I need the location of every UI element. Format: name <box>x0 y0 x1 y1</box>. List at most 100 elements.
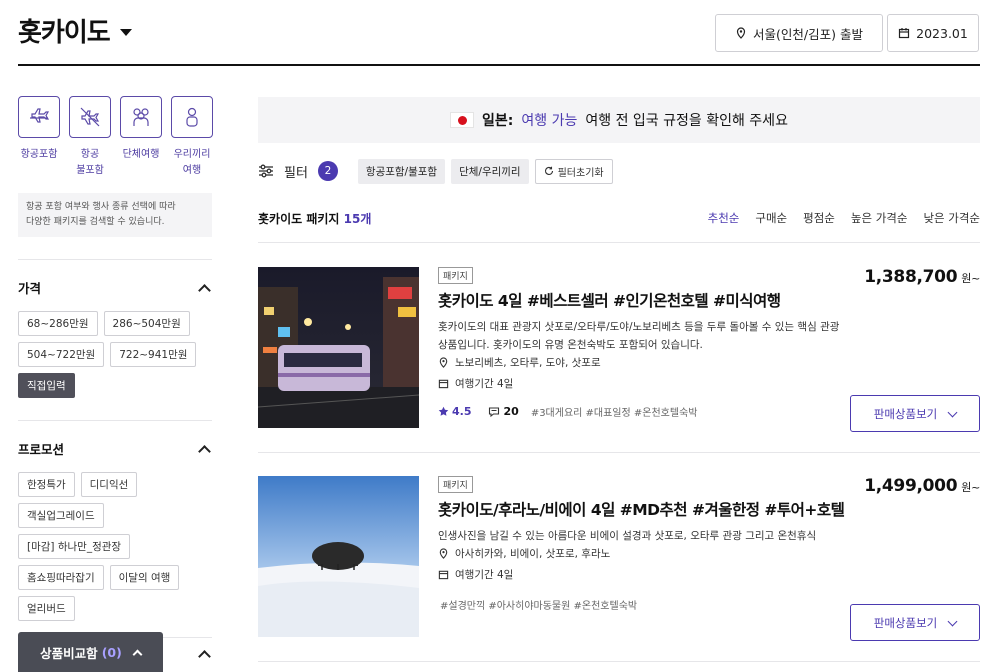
caret-down-icon <box>119 29 132 36</box>
category-label: 항공 불포함 <box>76 149 104 176</box>
category-label: 단체여행 <box>122 149 160 160</box>
filter-reset-button[interactable]: 필터초기화 <box>534 158 613 184</box>
sort-price-low[interactable]: 낮은 가격순 <box>923 210 980 227</box>
view-products-button[interactable]: 판매상품보기 <box>850 395 980 432</box>
product-thumbnail[interactable] <box>258 476 419 637</box>
price-section: 가격 68~286만원 286~504만원 504~722만원 722~941만… <box>18 259 212 398</box>
active-filter-tag[interactable]: 단체/우리끼리 <box>451 158 529 184</box>
header-divider <box>18 64 980 66</box>
star-icon <box>438 406 449 416</box>
review-count[interactable]: 20 <box>488 405 519 418</box>
calendar-icon <box>899 28 910 39</box>
promotion-option[interactable]: [마감] 하나만_정관장 <box>18 534 131 559</box>
price-option[interactable]: 722~941만원 <box>110 342 197 367</box>
date-button[interactable]: 2023.01 <box>887 14 979 52</box>
price-option[interactable]: 286~504만원 <box>103 311 190 336</box>
filter-reset-label: 필터초기화 <box>557 167 604 179</box>
duration-text: 여행기간 4일 <box>455 378 514 390</box>
promotion-section-header[interactable]: 프로모션 <box>18 439 212 458</box>
price-option[interactable]: 504~722만원 <box>18 342 105 367</box>
product-duration: 여행기간 4일 <box>438 376 513 391</box>
product-description: 홋카이도의 대표 관광지 삿포로/오타루/도야/노보리베츠 등을 두루 돌아볼 … <box>438 321 840 351</box>
sort-price-high[interactable]: 높은 가격순 <box>851 210 908 227</box>
product-duration: 여행기간 4일 <box>438 567 513 582</box>
location-pin-icon <box>439 357 448 368</box>
price-custom-input-button[interactable]: 직접입력 <box>18 373 75 398</box>
filter-sliders-icon <box>259 164 273 178</box>
sidebar: 항공포함 항공 불포함 단체여행 우리끼리 여행 항공 포함 여부와 행사 종류… <box>18 96 213 638</box>
product-tags: #설경만끽 #아사히야마동물원 #온천호텔숙박 <box>440 601 638 612</box>
price-value: 1,499,000 <box>864 476 958 496</box>
category-private-tour[interactable]: 우리끼리 여행 <box>171 96 213 179</box>
promotion-option[interactable]: 객실업그레이드 <box>18 503 104 528</box>
japan-flag-icon <box>450 112 475 128</box>
date-label: 2023.01 <box>916 25 968 41</box>
promotion-option[interactable]: 한정특가 <box>18 472 75 497</box>
location-pin-icon <box>439 548 448 559</box>
rating-value: 4.5 <box>452 405 472 418</box>
review-count-value: 20 <box>503 405 519 418</box>
list-divider <box>258 242 980 243</box>
view-products-button[interactable]: 판매상품보기 <box>850 604 980 641</box>
price-section-title: 가격 <box>18 281 42 296</box>
promotion-section: 프로모션 한정특가 디디익선 객실업그레이드 [마감] 하나만_정관장 홈쇼핑따… <box>18 420 212 621</box>
category-note: 항공 포함 여부와 행사 종류 선택에 따라 다양한 패키지를 검색할 수 있습… <box>18 193 212 237</box>
calendar-icon <box>438 570 449 580</box>
banner-status: 여행 가능 <box>521 113 578 129</box>
active-filter-tag[interactable]: 항공포함/불포함 <box>357 158 446 184</box>
compare-label: 상품비교함 <box>40 645 98 661</box>
package-badge: 패키지 <box>438 476 473 493</box>
product-description: 인생사진을 남길 수 있는 아름다운 비에이 설경과 삿포로, 오타루 관광 그… <box>438 530 817 542</box>
price-value: 1,388,700 <box>864 267 958 287</box>
product-card: 패키지 홋카이도/후라노/비에이 4일 #MD추천 #겨울한정 #투어+호텔 인… <box>258 476 980 641</box>
promotion-section-title: 프로모션 <box>18 442 65 457</box>
sort-rating[interactable]: 평점순 <box>803 210 835 227</box>
filter-label[interactable]: 필터 <box>284 162 308 181</box>
promotion-option[interactable]: 홈쇼핑따라잡기 <box>18 565 104 590</box>
category-label: 우리끼리 여행 <box>173 149 211 176</box>
places-text: 노보리베츠, 오타루, 도야, 삿포로 <box>455 357 601 369</box>
product-stats: 4.5 20 #3대게요리 #대표일정 #온천호텔숙박 <box>438 404 697 419</box>
chevron-up-icon <box>132 649 143 659</box>
promotion-option[interactable]: 이달의 여행 <box>109 565 180 590</box>
calendar-icon <box>438 379 449 389</box>
entry-notice-banner[interactable]: 일본: 여행 가능 여행 전 입국 규정을 확인해 주세요 <box>258 97 980 143</box>
plane-icon <box>30 108 50 123</box>
category-air-excluded[interactable]: 항공 불포함 <box>69 96 111 179</box>
promotion-options: 한정특가 디디익선 객실업그레이드 [마감] 하나만_정관장 홈쇼핑따라잡기 이… <box>18 472 212 621</box>
result-count: 홋카이도 패키지 15개 <box>258 210 371 227</box>
price-unit: 원~ <box>961 481 980 494</box>
banner-message: 여행 전 입국 규정을 확인해 주세요 <box>585 113 788 129</box>
destination-selector[interactable]: 홋카이도 <box>18 12 132 49</box>
chevron-down-icon <box>947 407 958 417</box>
product-title[interactable]: 홋카이도/후라노/비에이 4일 #MD추천 #겨울한정 #투어+호텔 <box>438 498 845 520</box>
destination-title: 홋카이도 <box>18 18 111 48</box>
person-icon <box>186 107 198 127</box>
product-thumbnail[interactable] <box>258 267 419 428</box>
product-price: 1,499,000 원~ <box>864 476 980 496</box>
card-divider <box>258 661 980 662</box>
location-pin-icon <box>736 27 746 39</box>
category-air-included[interactable]: 항공포함 <box>18 96 60 179</box>
sort-purchases[interactable]: 구매순 <box>755 210 787 227</box>
view-products-label: 판매상품보기 <box>873 615 938 630</box>
promotion-option[interactable]: 얼리버드 <box>18 596 75 621</box>
banner-country: 일본: <box>482 113 514 129</box>
category-group-tour[interactable]: 단체여행 <box>120 96 162 179</box>
rating: 4.5 <box>438 405 472 418</box>
product-stats: #설경만끽 #아사히야마동물원 #온천호텔숙박 <box>438 597 637 612</box>
places-text: 아사히카와, 비에이, 삿포로, 후라노 <box>455 548 611 560</box>
sort-recommended[interactable]: 추천순 <box>708 210 740 227</box>
product-tags: #3대게요리 #대표일정 #온천호텔숙박 <box>530 408 698 419</box>
duration-text: 여행기간 4일 <box>455 569 514 581</box>
header: 홋카이도 서울(인천/김포) 출발 2023.01 <box>0 0 1000 66</box>
departure-button[interactable]: 서울(인천/김포) 출발 <box>715 14 883 52</box>
plane-off-icon <box>80 107 100 127</box>
compare-drawer-button[interactable]: 상품비교함 (0) <box>18 632 163 672</box>
product-title[interactable]: 홋카이도 4일 #베스트셀러 #인기온천호텔 #미식여행 <box>438 289 781 311</box>
category-list: 항공포함 항공 불포함 단체여행 우리끼리 여행 <box>18 96 213 179</box>
price-section-header[interactable]: 가격 <box>18 278 212 297</box>
promotion-option[interactable]: 디디익선 <box>80 472 138 497</box>
price-option[interactable]: 68~286만원 <box>18 311 98 336</box>
chevron-up-icon[interactable] <box>198 650 211 663</box>
